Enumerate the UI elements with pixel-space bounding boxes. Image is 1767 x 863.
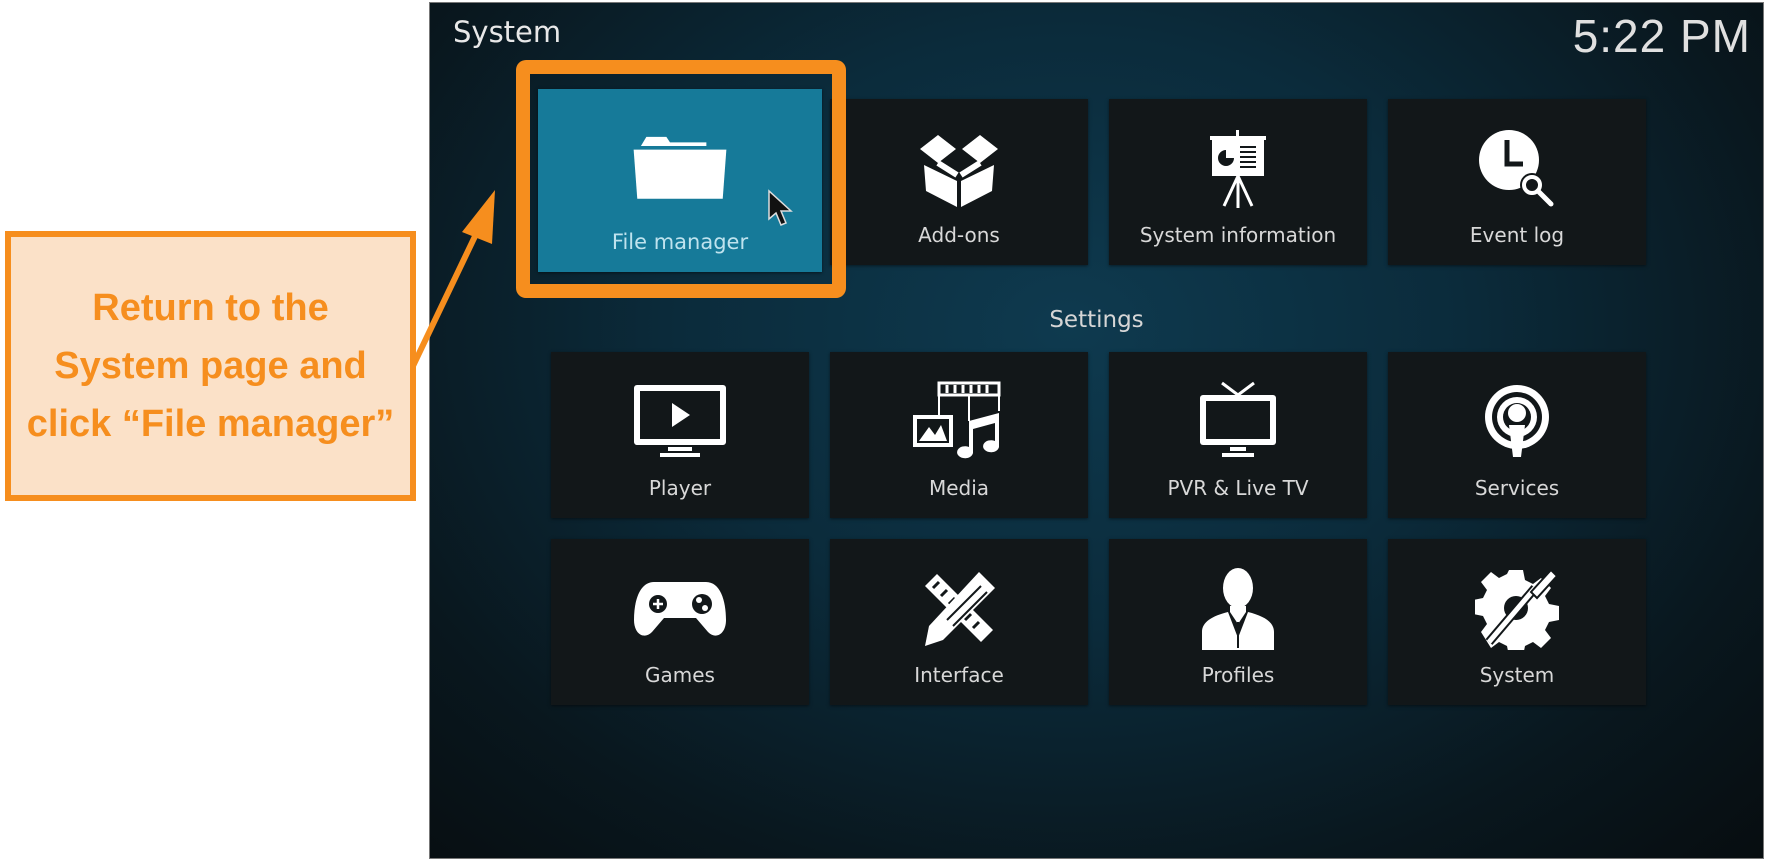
annotation-text: Return to the System page and click “Fil… bbox=[26, 287, 395, 445]
annotation-callout: Return to the System page and click “Fil… bbox=[5, 231, 416, 501]
